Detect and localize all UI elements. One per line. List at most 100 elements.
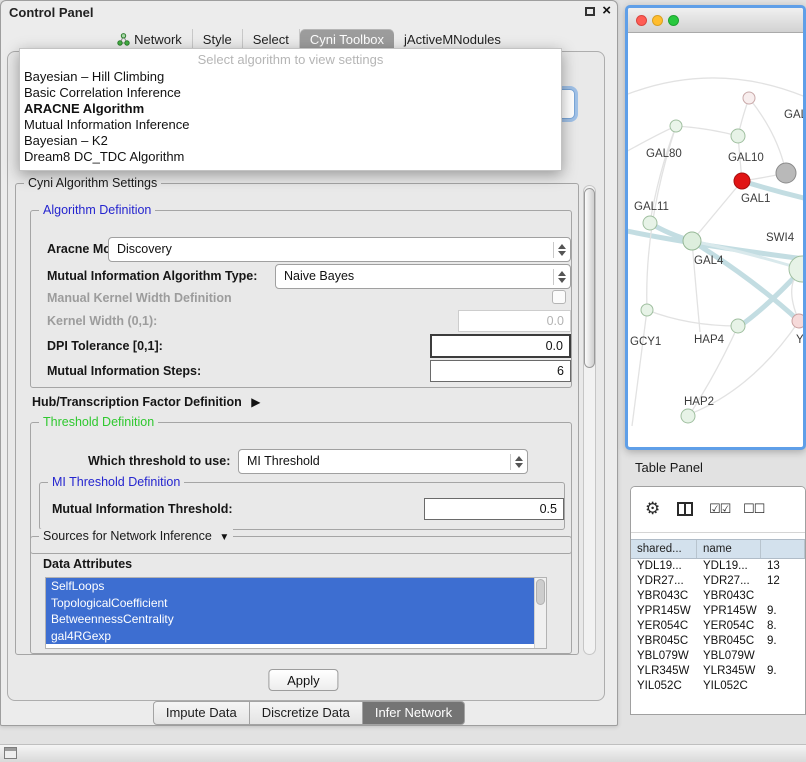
control-panel-titlebar[interactable]: Control Panel × xyxy=(1,1,617,25)
tab-impute-data[interactable]: Impute Data xyxy=(153,701,250,725)
close-icon[interactable]: × xyxy=(602,5,611,17)
columns-icon[interactable] xyxy=(677,502,693,516)
column-header-name[interactable]: name xyxy=(697,540,761,558)
select-all-icon[interactable]: ☑☑ xyxy=(709,501,730,517)
network-edge[interactable] xyxy=(692,181,742,241)
mi-threshold-title: MI Threshold Definition xyxy=(48,475,184,489)
tab-label: Cyni Toolbox xyxy=(310,32,384,47)
table-cell xyxy=(761,590,805,605)
attribute-item-gal4rgexp[interactable]: gal4RGexp xyxy=(46,628,534,645)
attribute-item-betweennesscentrality[interactable]: BetweennessCentrality xyxy=(46,611,534,628)
stepper-icon xyxy=(553,242,567,258)
mi-steps-input[interactable] xyxy=(430,360,571,382)
table-row[interactable]: YBR043CYBR043C xyxy=(631,590,805,605)
table-row[interactable]: YER054CYER054C8. xyxy=(631,620,805,635)
table-row[interactable]: YPR145WYPR145W9. xyxy=(631,605,805,620)
network-node[interactable] xyxy=(641,304,653,316)
table-row[interactable]: YDR27...YDR27...12 xyxy=(631,575,805,590)
network-window-titlebar[interactable] xyxy=(628,8,803,33)
mi-steps-label: Mutual Information Steps: xyxy=(47,364,201,378)
mi-threshold-input[interactable] xyxy=(424,498,564,520)
network-node[interactable] xyxy=(743,92,755,104)
apply-button[interactable]: Apply xyxy=(268,669,338,691)
algorithm-option-mutual-information-inference[interactable]: Mutual Information Inference xyxy=(20,117,561,133)
dpi-tolerance-input[interactable] xyxy=(430,334,571,358)
table-row[interactable]: YLR345WYLR345W9. xyxy=(631,665,805,680)
column-header-shared-[interactable]: shared... xyxy=(631,540,697,558)
table-cell: YIL052C xyxy=(697,680,761,695)
settings-scrollbar-thumb[interactable] xyxy=(584,188,595,368)
network-node[interactable] xyxy=(731,129,745,143)
network-edge[interactable] xyxy=(647,310,738,326)
gear-icon[interactable]: ⚙ xyxy=(645,500,660,518)
algorithm-option-aracne-algorithm[interactable]: ARACNE Algorithm xyxy=(20,101,561,117)
node-label-hap4: HAP4 xyxy=(694,334,725,346)
table-row[interactable]: YDL19...YDL19...13 xyxy=(631,560,805,575)
table-cell: YBL079W xyxy=(697,650,761,665)
column-header-2[interactable] xyxy=(761,540,805,558)
float-panel-icon[interactable] xyxy=(585,7,595,16)
sources-title[interactable]: Sources for Network Inference ▼ xyxy=(39,529,233,545)
network-node[interactable] xyxy=(734,173,750,189)
node-label-gal11: GAL11 xyxy=(634,201,669,213)
algorithm-option-dream8-dc-tdc-algorithm[interactable]: Dream8 DC_TDC Algorithm xyxy=(20,149,561,165)
node-label-gcy1: GCY1 xyxy=(630,336,661,348)
table-cell: YBR045C xyxy=(631,635,697,650)
deselect-all-icon[interactable]: ☐☐ xyxy=(743,501,764,517)
manual-kernel-checkbox[interactable] xyxy=(552,290,566,304)
table-cell: 9. xyxy=(761,635,805,650)
hub-tf-label: Hub/Transcription Factor Definition xyxy=(32,395,242,409)
network-edge[interactable] xyxy=(676,126,738,136)
data-attributes-list[interactable]: SelfLoopsTopologicalCoefficientBetweenne… xyxy=(45,577,547,649)
network-node[interactable] xyxy=(670,120,682,132)
list-scrollbar-thumb[interactable] xyxy=(536,579,545,605)
attribute-item-topologicalcoefficient[interactable]: TopologicalCoefficient xyxy=(46,595,534,612)
node-label-gal4: GAL4 xyxy=(694,255,724,267)
which-threshold-label: Which threshold to use: xyxy=(88,454,230,468)
algorithm-definition-title: Algorithm Definition xyxy=(39,203,155,217)
table-cell: YLR345W xyxy=(697,665,761,680)
network-node[interactable] xyxy=(681,409,695,423)
sources-group: Sources for Network Inference ▼ Data Att… xyxy=(30,536,572,654)
algorithm-option-basic-correlation-inference[interactable]: Basic Correlation Inference xyxy=(20,85,561,101)
collapsed-panel-icon[interactable] xyxy=(4,747,17,759)
algorithm-option-bayesian-hill-climbing[interactable]: Bayesian – Hill Climbing xyxy=(20,69,561,85)
table-panel-title: Table Panel xyxy=(635,460,703,475)
network-node[interactable] xyxy=(731,319,745,333)
network-edge[interactable] xyxy=(632,310,647,426)
network-edge[interactable] xyxy=(628,78,803,98)
threshold-definition-title: Threshold Definition xyxy=(39,415,158,429)
table-cell xyxy=(761,680,805,695)
network-node[interactable] xyxy=(643,216,657,230)
attribute-item-selfloops[interactable]: SelfLoops xyxy=(46,578,534,595)
network-node[interactable] xyxy=(792,314,803,328)
tab-discretize-data[interactable]: Discretize Data xyxy=(250,701,363,725)
mi-type-label: Mutual Information Algorithm Type: xyxy=(47,269,257,283)
table-cell: YER054C xyxy=(631,620,697,635)
algorithm-definition-group: Algorithm Definition Aracne Mode: Discov… xyxy=(30,210,572,388)
table-row[interactable]: YIL052CYIL052C xyxy=(631,680,805,695)
close-traffic-light-icon[interactable] xyxy=(636,15,647,26)
list-scrollbar[interactable] xyxy=(534,578,546,648)
table-row[interactable]: YBL079WYBL079W xyxy=(631,650,805,665)
tab-label: Style xyxy=(203,32,232,47)
window-title: Control Panel xyxy=(9,5,94,20)
which-threshold-select[interactable]: MI Threshold xyxy=(238,449,528,474)
bottom-dock-strip xyxy=(0,744,806,762)
mi-type-select[interactable]: Naive Bayes xyxy=(275,264,571,289)
table-row[interactable]: YBR045CYBR045C9. xyxy=(631,635,805,650)
aracne-mode-select[interactable]: Discovery xyxy=(108,237,571,262)
node-label-swi4: SWI4 xyxy=(766,232,795,244)
settings-scrollbar[interactable] xyxy=(583,185,596,655)
network-canvas[interactable]: GALGAL80GAL10GAL11GAL1SWI4GAL4GCY1HAP4YH… xyxy=(628,34,803,450)
mi-type-value: Naive Bayes xyxy=(284,269,354,283)
network-node[interactable] xyxy=(683,232,701,250)
table-cell xyxy=(761,650,805,665)
stepper-icon xyxy=(510,454,524,470)
hub-tf-definition-toggle[interactable]: Hub/Transcription Factor Definition ▶ xyxy=(32,395,260,409)
minimize-traffic-light-icon[interactable] xyxy=(652,15,663,26)
zoom-traffic-light-icon[interactable] xyxy=(668,15,679,26)
tab-infer-network[interactable]: Infer Network xyxy=(363,701,465,725)
algorithm-option-bayesian-k2[interactable]: Bayesian – K2 xyxy=(20,133,561,149)
network-node[interactable] xyxy=(776,163,796,183)
